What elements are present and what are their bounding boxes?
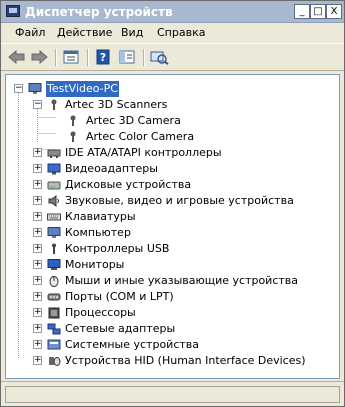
forward-button[interactable] bbox=[29, 49, 49, 65]
window-title: Диспетчер устройств bbox=[25, 5, 173, 19]
tree-group-label[interactable]: Artec 3D Scanners bbox=[65, 97, 167, 113]
network-icon bbox=[47, 323, 61, 335]
expand-toggle[interactable]: + bbox=[33, 180, 42, 189]
menu-view[interactable]: Вид bbox=[121, 26, 143, 39]
expand-toggle[interactable]: + bbox=[33, 356, 42, 365]
expand-toggle[interactable]: + bbox=[33, 324, 42, 333]
system-icon bbox=[47, 339, 61, 350]
menu-file[interactable]: Файл bbox=[15, 26, 45, 39]
menu-bar: Файл Действие Вид Справка bbox=[1, 23, 344, 43]
scan-hardware-button[interactable] bbox=[149, 49, 169, 65]
disk-icon bbox=[47, 181, 61, 190]
tree-category-label[interactable]: Компьютер bbox=[65, 225, 131, 241]
scanner-icon bbox=[70, 115, 76, 126]
tree-category-label[interactable]: Мыши и иные указывающие устройства bbox=[65, 273, 298, 289]
toolbar-separator bbox=[87, 49, 89, 66]
tree-category-label[interactable]: Контроллеры USB bbox=[65, 241, 169, 257]
tree-category-label[interactable]: Клавиатуры bbox=[65, 209, 136, 225]
processor-icon bbox=[48, 307, 60, 319]
scanner-icon bbox=[51, 99, 57, 110]
view-icon bbox=[119, 50, 135, 64]
sound-icon bbox=[48, 195, 59, 207]
ide-icon bbox=[47, 149, 61, 158]
help-button[interactable]: ? bbox=[93, 49, 113, 65]
tree-category-label[interactable]: Устройства HID (Human Interface Devices) bbox=[65, 353, 306, 369]
tree-category-label[interactable]: Сетевые адаптеры bbox=[65, 321, 175, 337]
menu-help[interactable]: Справка bbox=[157, 26, 205, 39]
help-icon: ? bbox=[96, 49, 110, 65]
device-tree[interactable]: − TestVideo-PC − Artec 3D Scanners Artec… bbox=[5, 74, 340, 379]
arrow-right-icon bbox=[31, 49, 48, 65]
port-icon bbox=[47, 293, 61, 301]
tree-device-label[interactable]: Artec Color Camera bbox=[86, 129, 194, 145]
tree-category-label[interactable]: Звуковые, видео и игровые устройства bbox=[65, 193, 294, 209]
expand-toggle[interactable]: + bbox=[33, 340, 42, 349]
status-bar bbox=[1, 381, 344, 406]
expand-toggle[interactable]: + bbox=[33, 212, 42, 221]
view-button[interactable] bbox=[117, 49, 137, 65]
usb-icon bbox=[52, 243, 56, 254]
tree-root-label[interactable]: TestVideo-PC bbox=[46, 81, 119, 97]
title-bar[interactable]: Диспетчер устройств _ □ X bbox=[1, 1, 344, 23]
close-button[interactable]: X bbox=[326, 4, 342, 19]
svg-text:?: ? bbox=[100, 51, 106, 64]
tree-category-label[interactable]: Порты (COM и LPT) bbox=[65, 289, 174, 305]
tree-category-label[interactable]: Дисковые устройства bbox=[65, 177, 191, 193]
collapse-toggle[interactable]: − bbox=[14, 84, 23, 93]
toolbar-separator bbox=[55, 49, 57, 66]
scanner-icon bbox=[70, 131, 76, 142]
tree-category-label[interactable]: Системные устройства bbox=[65, 337, 199, 353]
tree-category-label[interactable]: IDE ATA/ATAPI контроллеры bbox=[65, 145, 222, 161]
expand-toggle[interactable]: + bbox=[33, 228, 42, 237]
keyboard-icon bbox=[47, 213, 61, 221]
status-panel bbox=[5, 386, 340, 403]
scan-icon bbox=[150, 51, 169, 65]
minimize-button[interactable]: _ bbox=[294, 4, 310, 19]
tree-category-label[interactable]: Видеоадаптеры bbox=[65, 161, 158, 177]
expand-toggle[interactable]: + bbox=[33, 148, 42, 157]
collapse-toggle[interactable]: − bbox=[33, 100, 42, 109]
device-manager-window: Диспетчер устройств _ □ X Файл Действие … bbox=[0, 0, 345, 407]
expand-toggle[interactable]: + bbox=[33, 260, 42, 269]
arrow-left-icon bbox=[8, 49, 25, 65]
expand-toggle[interactable]: + bbox=[33, 308, 42, 317]
computer-icon bbox=[47, 227, 61, 238]
properties-icon bbox=[63, 50, 79, 64]
device-manager-icon bbox=[6, 5, 20, 17]
expand-toggle[interactable]: + bbox=[33, 292, 42, 301]
expand-toggle[interactable]: + bbox=[33, 276, 42, 285]
tree-category-label[interactable]: Мониторы bbox=[65, 257, 124, 273]
maximize-button[interactable]: □ bbox=[310, 4, 326, 19]
menu-action[interactable]: Действие bbox=[57, 26, 112, 39]
expand-toggle[interactable]: + bbox=[33, 244, 42, 253]
toolbar-separator bbox=[143, 49, 145, 66]
properties-button[interactable] bbox=[61, 49, 81, 65]
back-button[interactable] bbox=[7, 49, 27, 65]
tree-category-label[interactable]: Процессоры bbox=[65, 305, 136, 321]
computer-icon bbox=[28, 83, 42, 94]
expand-toggle[interactable]: + bbox=[33, 196, 42, 205]
hid-icon bbox=[49, 357, 61, 366]
tree-device-label[interactable]: Artec 3D Camera bbox=[86, 113, 181, 129]
toolbar: ? bbox=[1, 43, 344, 71]
display-adapter-icon bbox=[47, 163, 61, 175]
monitor-icon bbox=[47, 259, 61, 270]
expand-toggle[interactable]: + bbox=[33, 164, 42, 173]
mouse-icon bbox=[49, 276, 59, 287]
